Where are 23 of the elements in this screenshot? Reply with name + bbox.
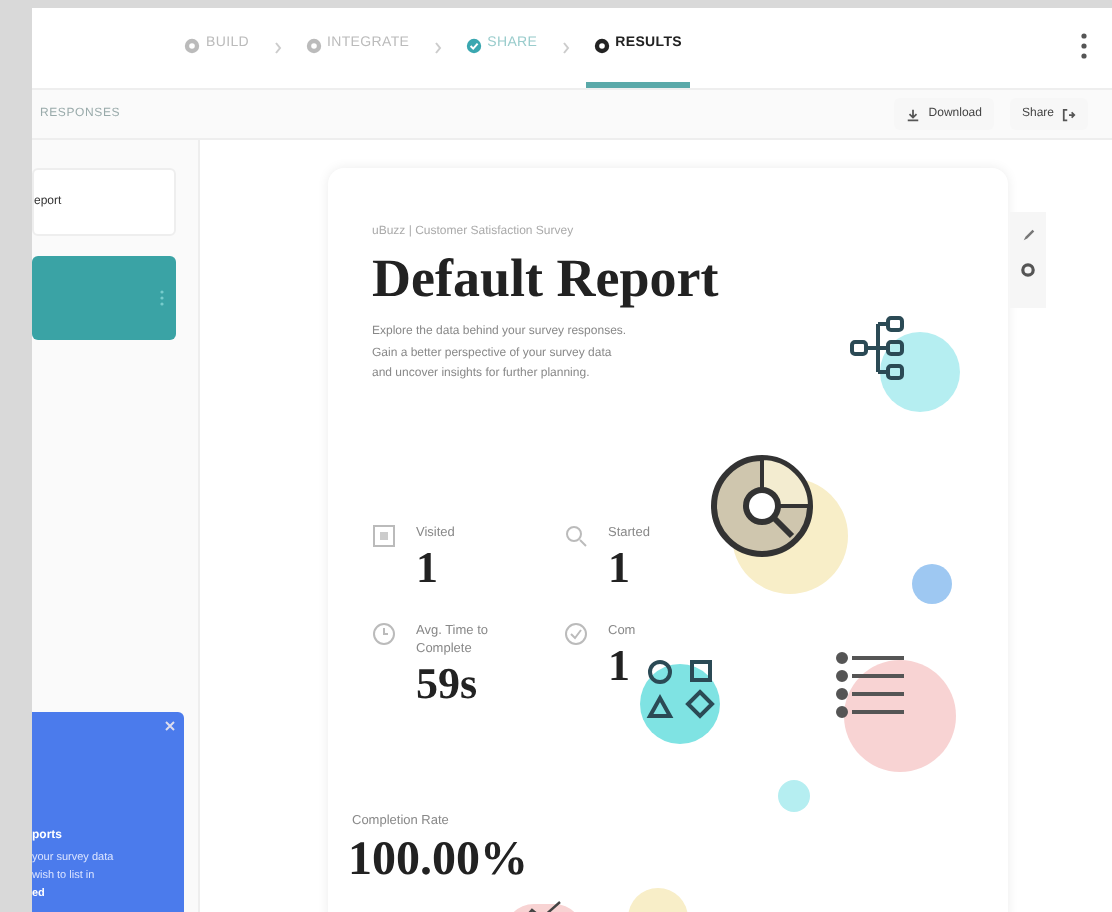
- pencil-icon[interactable]: [1021, 228, 1035, 242]
- chevron-icon: [273, 42, 281, 54]
- check-circle-icon: [465, 37, 482, 53]
- stat-value: 59s: [416, 658, 480, 710]
- report-title: Default Report: [372, 246, 721, 310]
- page-icon: [372, 524, 396, 548]
- settings-icon[interactable]: [1020, 262, 1036, 278]
- rate-value: 100.00%: [348, 831, 528, 888]
- more-icon[interactable]: [1080, 32, 1088, 60]
- check-circle-icon: [564, 622, 588, 646]
- step-circle-icon: [593, 37, 610, 53]
- chevron-icon: [433, 42, 442, 54]
- chevron-icon: [561, 42, 570, 54]
- download-icon: [906, 107, 921, 121]
- stat-value: 1: [416, 542, 440, 594]
- step-circle-icon: [305, 37, 321, 53]
- step-circle-icon: [184, 37, 200, 53]
- search-icon: [564, 524, 588, 548]
- stat-value: 1: [608, 542, 632, 594]
- close-icon[interactable]: [164, 720, 176, 732]
- export-icon: [1062, 107, 1076, 121]
- clock-icon: [372, 622, 396, 646]
- stat-value: 1: [608, 640, 632, 692]
